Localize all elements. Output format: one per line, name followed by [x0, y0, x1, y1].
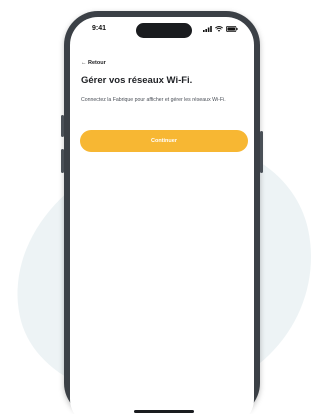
phone-action-button: [61, 115, 64, 137]
phone-screen: 9:41 ← Retour Gérer vos réseaux Wi-Fi. C…: [70, 17, 254, 414]
dynamic-island: [136, 23, 192, 38]
phone-volume-button: [61, 149, 64, 173]
page-description: Connectez la Fabrique pour afficher et g…: [81, 97, 226, 103]
signal-icon: [203, 26, 212, 32]
back-link[interactable]: ← Retour: [81, 60, 106, 66]
continue-button[interactable]: Continuer: [80, 130, 248, 152]
phone-power-button: [260, 131, 263, 173]
battery-icon: [226, 26, 238, 32]
status-icons: [203, 26, 238, 32]
page-title: Gérer vos réseaux Wi-Fi.: [81, 75, 193, 86]
status-bar: 9:41: [70, 17, 254, 41]
app-stage: 9:41 ← Retour Gérer vos réseaux Wi-Fi. C…: [0, 0, 322, 414]
back-link-label: ← Retour: [81, 60, 106, 66]
status-time: 9:41: [92, 25, 107, 32]
phone-frame: 9:41 ← Retour Gérer vos réseaux Wi-Fi. C…: [61, 11, 263, 414]
wifi-icon: [215, 26, 223, 32]
home-indicator: [134, 410, 194, 413]
